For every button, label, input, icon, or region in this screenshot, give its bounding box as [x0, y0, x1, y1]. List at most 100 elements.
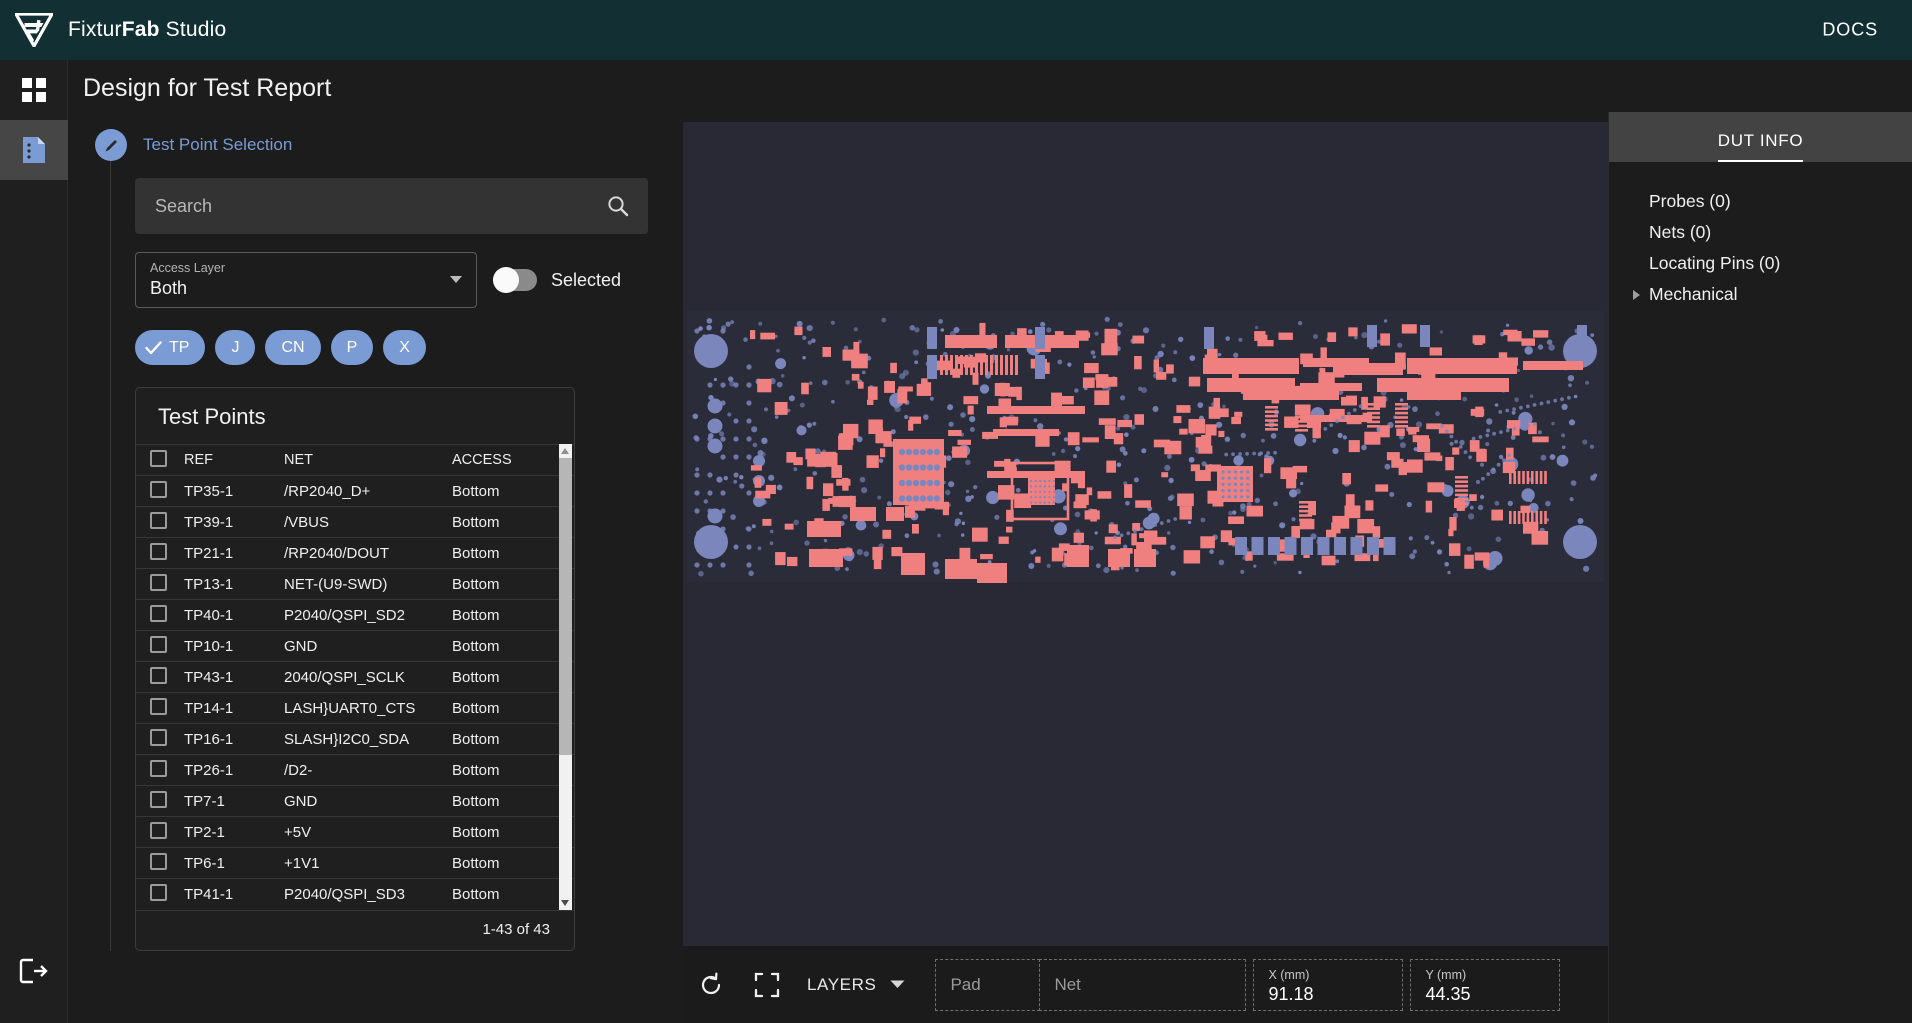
row-checkbox[interactable] — [150, 511, 167, 529]
sidebar-item-report[interactable] — [0, 120, 68, 180]
y-label: Y (mm) — [1425, 968, 1467, 982]
row-checkbox[interactable] — [150, 666, 167, 684]
table-scrollbar[interactable] — [559, 444, 572, 910]
table-row[interactable]: TP10-1 GND Bottom — [136, 630, 574, 662]
row-select-cell — [136, 506, 184, 538]
chip-tp[interactable]: TP — [135, 330, 206, 365]
top-bar: FixturFab Studio DOCS — [0, 0, 1912, 60]
chip-x-label: X — [399, 338, 410, 356]
sidebar-item-dashboard[interactable] — [0, 60, 68, 120]
table-row[interactable]: TP7-1 GND Bottom — [136, 785, 574, 817]
logout-button[interactable] — [0, 941, 68, 1001]
dut-item-mechanical[interactable]: Mechanical — [1633, 279, 1912, 310]
cell-access: Bottom — [452, 661, 574, 693]
chip-p[interactable]: P — [330, 330, 374, 365]
access-layer-value: Both — [150, 278, 188, 298]
x-label: X (mm) — [1268, 968, 1310, 982]
pcb-canvas[interactable] — [683, 122, 1608, 946]
dut-item-locating-pins[interactable]: Locating Pins (0) — [1649, 248, 1912, 279]
dut-item-nets[interactable]: Nets (0) — [1649, 217, 1912, 248]
cell-net: 2040/QSPI_SCLK — [284, 661, 452, 693]
test-points-title: Test Points — [158, 404, 266, 429]
column-header-ref[interactable]: REF — [184, 444, 284, 476]
table-row[interactable]: TP2-1 +5V Bottom — [136, 816, 574, 848]
dut-item-mechanical-label: Mechanical — [1649, 284, 1738, 304]
dut-item-probes[interactable]: Probes (0) — [1649, 186, 1912, 217]
row-select-cell — [136, 754, 184, 786]
reset-view-button[interactable] — [683, 946, 739, 1023]
step-content: Access Layer Both Selected TP — [110, 161, 650, 951]
net-placeholder: Net — [1054, 974, 1081, 994]
dut-info-tabbar: DUT INFO — [1609, 112, 1912, 162]
row-checkbox[interactable] — [150, 790, 167, 808]
docs-link[interactable]: DOCS — [1822, 20, 1878, 41]
chevron-down-icon[interactable] — [450, 276, 462, 283]
table-row[interactable]: TP35-1/RP2040_D+ Bottom — [136, 475, 574, 507]
row-checkbox[interactable] — [150, 573, 167, 591]
column-header-access[interactable]: ACCESS — [452, 444, 574, 476]
select-all-checkbox[interactable] — [150, 449, 167, 467]
row-checkbox[interactable] — [150, 604, 167, 622]
expand-triangle-icon[interactable] — [1633, 290, 1640, 300]
pencil-icon — [105, 139, 117, 151]
table-row[interactable]: TP39-1/VBUS Bottom — [136, 506, 574, 538]
app-logo[interactable] — [0, 13, 68, 47]
row-checkbox[interactable] — [150, 883, 167, 901]
table-row[interactable]: TP6-1 +1V1 Bottom — [136, 847, 574, 879]
test-point-selection-panel: Test Point Selection Access Layer Both — [69, 112, 683, 1023]
row-checkbox[interactable] — [150, 635, 167, 653]
fit-to-screen-icon — [754, 972, 780, 997]
fit-to-screen-button[interactable] — [739, 946, 795, 1023]
row-checkbox[interactable] — [150, 542, 167, 560]
tab-dut-info[interactable]: DUT INFO — [1717, 131, 1804, 162]
search-icon[interactable] — [606, 194, 630, 218]
cell-access: Bottom — [452, 506, 574, 538]
search-input[interactable] — [155, 195, 606, 217]
row-select-cell — [136, 661, 184, 693]
chip-cn[interactable]: CN — [265, 330, 321, 365]
access-layer-select[interactable]: Access Layer Both — [135, 252, 477, 308]
cell-net: /D2- — [284, 754, 452, 786]
cell-ref: TP43-1 — [184, 661, 284, 693]
scroll-thumb[interactable] — [559, 458, 572, 755]
search-field[interactable] — [135, 178, 648, 234]
cell-access: Bottom — [452, 630, 574, 662]
row-checkbox[interactable] — [150, 728, 167, 746]
row-checkbox[interactable] — [150, 480, 167, 498]
table-row[interactable]: TP43-1 2040/QSPI_SCLK Bottom — [136, 661, 574, 693]
cell-access: Bottom — [452, 754, 574, 786]
step-edit-badge[interactable] — [95, 129, 127, 161]
row-checkbox[interactable] — [150, 821, 167, 839]
table-row[interactable]: TP14-1 LASH}UART0_CTS Bottom — [136, 692, 574, 724]
chip-x[interactable]: X — [383, 330, 426, 365]
cell-net: LASH}UART0_CTS — [284, 692, 452, 724]
pcb-viewer[interactable] — [683, 122, 1608, 946]
x-coordinate-field[interactable]: X (mm) 91.18 — [1253, 958, 1404, 1011]
net-field[interactable]: Net — [1039, 958, 1247, 1011]
x-value: 91.18 — [1268, 984, 1314, 1004]
scroll-down-icon[interactable] — [561, 899, 569, 906]
table-row[interactable]: TP13-1 NET-(U9-SWD) Bottom — [136, 568, 574, 600]
column-header-net[interactable]: NET — [284, 444, 452, 476]
row-select-cell — [136, 568, 184, 600]
cell-net: +1V1 — [284, 847, 452, 879]
table-row[interactable]: TP16-1 SLASH}I2C0_SDA Bottom — [136, 723, 574, 755]
layers-dropdown[interactable]: LAYERS — [807, 975, 905, 995]
pad-field[interactable]: Pad — [935, 958, 1041, 1011]
scroll-up-icon[interactable] — [561, 448, 569, 454]
row-checkbox[interactable] — [150, 852, 167, 870]
row-checkbox[interactable] — [150, 759, 167, 777]
table-row[interactable]: TP26-1/D2- Bottom — [136, 754, 574, 786]
cell-ref: TP35-1 — [184, 475, 284, 507]
row-checkbox[interactable] — [150, 697, 167, 715]
table-row[interactable]: TP21-1/RP2040/DOUT Bottom — [136, 537, 574, 569]
table-header-row: REF NET ACCESS — [136, 444, 574, 476]
y-coordinate-field[interactable]: Y (mm) 44.35 — [1410, 958, 1561, 1011]
dut-info-list: Probes (0) Nets (0) Locating Pins (0) Me… — [1609, 162, 1912, 310]
cell-access: Bottom — [452, 785, 574, 817]
cell-access: Bottom — [452, 568, 574, 600]
table-row[interactable]: TP40-1 P2040/QSPI_SD2 Bottom — [136, 599, 574, 631]
table-row[interactable]: TP41-1 P2040/QSPI_SD3 Bottom — [136, 878, 574, 910]
selected-toggle[interactable] — [493, 267, 537, 293]
chip-j[interactable]: J — [215, 330, 256, 365]
